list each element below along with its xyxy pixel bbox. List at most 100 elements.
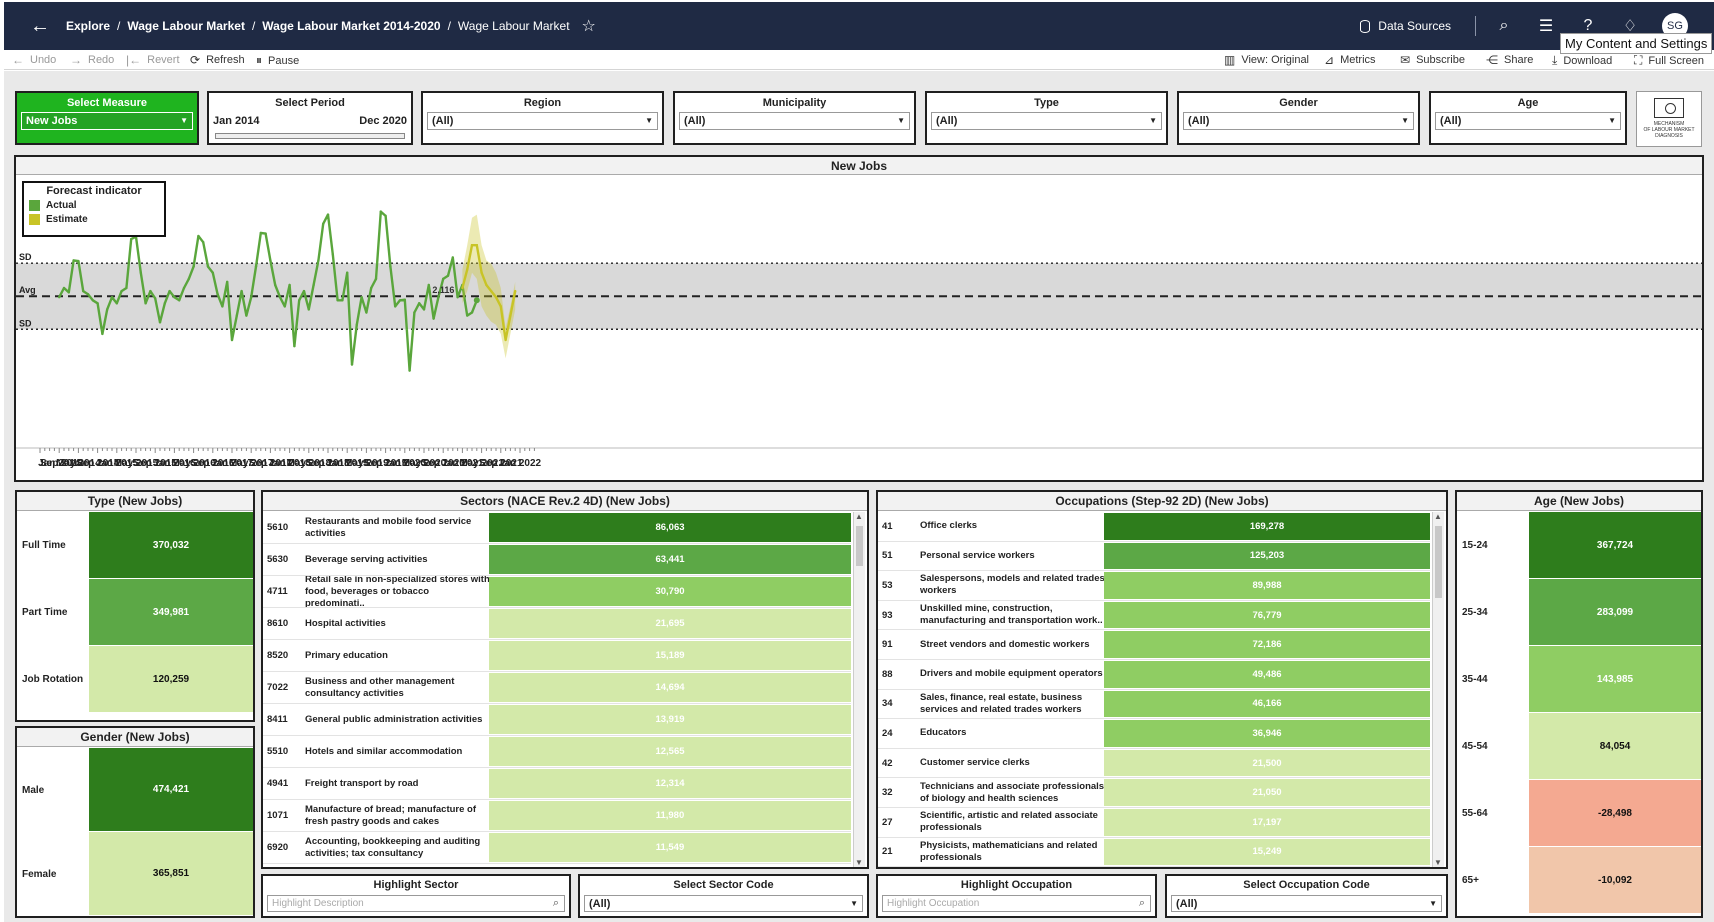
actual-data-point [96, 302, 99, 305]
scrollbar-thumb[interactable] [1435, 526, 1442, 598]
table-row[interactable]: 21 Physicists, mathematicians and related… [878, 838, 1430, 867]
download-button[interactable]: ⤓ Download [1552, 53, 1612, 68]
table-row[interactable]: 8411 General public administration activi… [263, 704, 851, 736]
table-row[interactable]: 41 Office clerks 169,278 [878, 512, 1430, 542]
row-value: 125,203 [1104, 542, 1430, 570]
select-period-filter: Select Period Jan 2014 Dec 2020 [207, 91, 413, 145]
content-list-icon[interactable]: ☰ [1536, 16, 1556, 36]
full-screen-button[interactable]: ⛶ Full Screen [1634, 53, 1704, 68]
age_panel-row-label: 55-64 [1462, 808, 1488, 819]
actual-data-point [355, 323, 358, 326]
actual-data-point [72, 259, 75, 262]
scrollbar-thumb[interactable] [856, 526, 863, 566]
undo-button[interactable]: ← Undo [12, 53, 56, 67]
table-row[interactable]: 93 Unskilled mine, construction, manufact… [878, 601, 1430, 631]
view-original-button[interactable]: ▥ View: Original [1224, 53, 1309, 67]
breadcrumb-explore[interactable]: Explore [66, 19, 110, 33]
actual-data-point [168, 289, 171, 293]
table-row[interactable]: 91 Street vendors and domestic workers 72,… [878, 630, 1430, 660]
share-button[interactable]: ⋲ Share [1486, 53, 1533, 67]
age_panel-row[interactable]: 15-24 367,724 [1457, 512, 1701, 579]
scroll-down-icon[interactable]: ▼ [855, 858, 863, 867]
breadcrumb-workbook[interactable]: Wage Labour Market 2014-2020 [262, 19, 440, 33]
municipality-dropdown[interactable]: (All) ▼ [679, 112, 910, 130]
row-description: Manufacture of bread; manufacture of fre… [305, 803, 477, 827]
table-row[interactable]: 51 Personal service workers 125,203 [878, 542, 1430, 572]
table-row[interactable]: 4941 Freight transport by road 12,314 [263, 768, 851, 800]
row-code: 53 [882, 579, 893, 591]
legend-title: Forecast indicator [46, 185, 142, 197]
refresh-button[interactable]: ⟳ Refresh [190, 53, 245, 67]
select-occupation-code-filter: Select Occupation Code (All) ▼ [1165, 874, 1448, 918]
table-row[interactable]: 88 Drivers and mobile equipment operators… [878, 660, 1430, 690]
metrics-button[interactable]: ⊿ Metrics [1324, 53, 1376, 67]
scroll-down-icon[interactable]: ▼ [1434, 858, 1442, 867]
revert-button[interactable]: |← Revert [126, 53, 180, 67]
table-row[interactable]: 34 Sales, finance, real estate, business … [878, 690, 1430, 720]
data-sources-button[interactable]: Data Sources [1360, 19, 1451, 33]
legend-item-estimate[interactable]: Estimate [29, 214, 164, 225]
legend-item-actual[interactable]: Actual [29, 200, 164, 211]
highlight-occupation-input[interactable]: Highlight Occupation ⌕ [882, 895, 1151, 912]
gender-dropdown[interactable]: (All) ▼ [1183, 112, 1414, 130]
type_panel-row-label: Full Time [22, 540, 66, 551]
select-measure-dropdown[interactable]: New Jobs ▼ [21, 112, 193, 130]
table-row[interactable]: 5510 Hotels and similar accommodation 12,5… [263, 736, 851, 768]
actual-data-point [437, 296, 440, 299]
table-row[interactable]: 8610 Hospital activities 21,695 [263, 608, 851, 640]
row-value: 12,565 [489, 737, 851, 766]
gender_panel-row[interactable]: Male 474,421 [17, 748, 253, 832]
select-sector-code-dropdown[interactable]: (All) ▼ [584, 895, 863, 912]
table-row[interactable]: 42 Customer service clerks 21,500 [878, 749, 1430, 779]
pause-button[interactable]: ⏸ Pause [256, 53, 299, 68]
row-description: Beverage serving activities [305, 553, 428, 565]
age_panel-row[interactable]: 45-54 84,054 [1457, 713, 1701, 780]
type_panel-row[interactable]: Job Rotation 120,259 [17, 646, 253, 713]
actual-data-point [278, 296, 282, 299]
period-range-slider[interactable] [215, 133, 405, 139]
table-row[interactable]: 5630 Beverage serving activities 63,441 [263, 544, 851, 576]
select-occupation-code-dropdown[interactable]: (All) ▼ [1171, 895, 1442, 912]
breadcrumb-project[interactable]: Wage Labour Market [127, 19, 245, 33]
table-row[interactable]: 6920 Accounting, bookkeeping and auditing… [263, 832, 851, 864]
table-row[interactable]: 4711 Retail sale in non-specialized store… [263, 576, 851, 608]
table-row[interactable]: 24 Educators 36,946 [878, 719, 1430, 749]
region-dropdown[interactable]: (All) ▼ [427, 112, 658, 130]
type-dropdown[interactable]: (All) ▼ [931, 112, 1162, 130]
table-row[interactable]: 32 Technicians and associate professional… [878, 778, 1430, 808]
table-row[interactable]: 53 Salespersons, models and related trade… [878, 571, 1430, 601]
favorite-star-icon[interactable]: ☆ [582, 16, 596, 36]
search-icon[interactable]: ⌕ [1494, 16, 1514, 36]
type_panel-row[interactable]: Full Time 370,032 [17, 512, 253, 579]
back-arrow-icon[interactable]: ← [30, 16, 56, 36]
gender_panel-row[interactable]: Female 365,851 [17, 832, 253, 916]
table-row[interactable]: 8520 Primary education 15,189 [263, 640, 851, 672]
scroll-up-icon[interactable]: ▲ [1434, 512, 1442, 521]
estimate-data-point [480, 271, 483, 274]
subscribe-button[interactable]: ✉ Subscribe [1400, 53, 1465, 67]
row-description: Hospital activities [305, 617, 386, 629]
table-row[interactable]: 5610 Restaurants and mobile food service … [263, 512, 851, 544]
age_panel-row[interactable]: 65+ -10,092 [1457, 847, 1701, 914]
age_panel-row[interactable]: 55-64 -28,498 [1457, 780, 1701, 847]
age_panel-row[interactable]: 25-34 283,099 [1457, 579, 1701, 646]
occupations-scrollbar[interactable]: ▲ ▼ [1432, 512, 1444, 867]
chevron-down-icon: ▼ [1149, 116, 1157, 125]
actual-data-point [360, 296, 363, 299]
table-row[interactable]: 27 Scientific, artistic and related assoc… [878, 808, 1430, 838]
redo-button[interactable]: → Redo [70, 53, 114, 67]
table-row[interactable]: 1071 Manufacture of bread; manufacture of… [263, 800, 851, 832]
row-description: Retail sale in non-specialized stores wi… [305, 576, 490, 607]
highlight-sector-input[interactable]: Highlight Description ⌕ [267, 895, 565, 912]
age_panel-row[interactable]: 35-44 143,985 [1457, 646, 1701, 713]
row-description: Business and other management consultanc… [305, 675, 455, 699]
age-dropdown[interactable]: (All) ▼ [1435, 112, 1621, 130]
line-chart-plot[interactable]: SDAvgSD2,116Sep 2013Jan 2014May 2014Sep … [16, 176, 1702, 481]
search-icon: ⌕ [1138, 897, 1145, 909]
table-row[interactable]: 7022 Business and other management consul… [263, 672, 851, 704]
sectors-scrollbar[interactable]: ▲ ▼ [853, 512, 865, 867]
actual-data-point [182, 286, 186, 290]
row-code: 42 [882, 757, 893, 769]
type_panel-row[interactable]: Part Time 349,981 [17, 579, 253, 646]
scroll-up-icon[interactable]: ▲ [855, 512, 863, 521]
